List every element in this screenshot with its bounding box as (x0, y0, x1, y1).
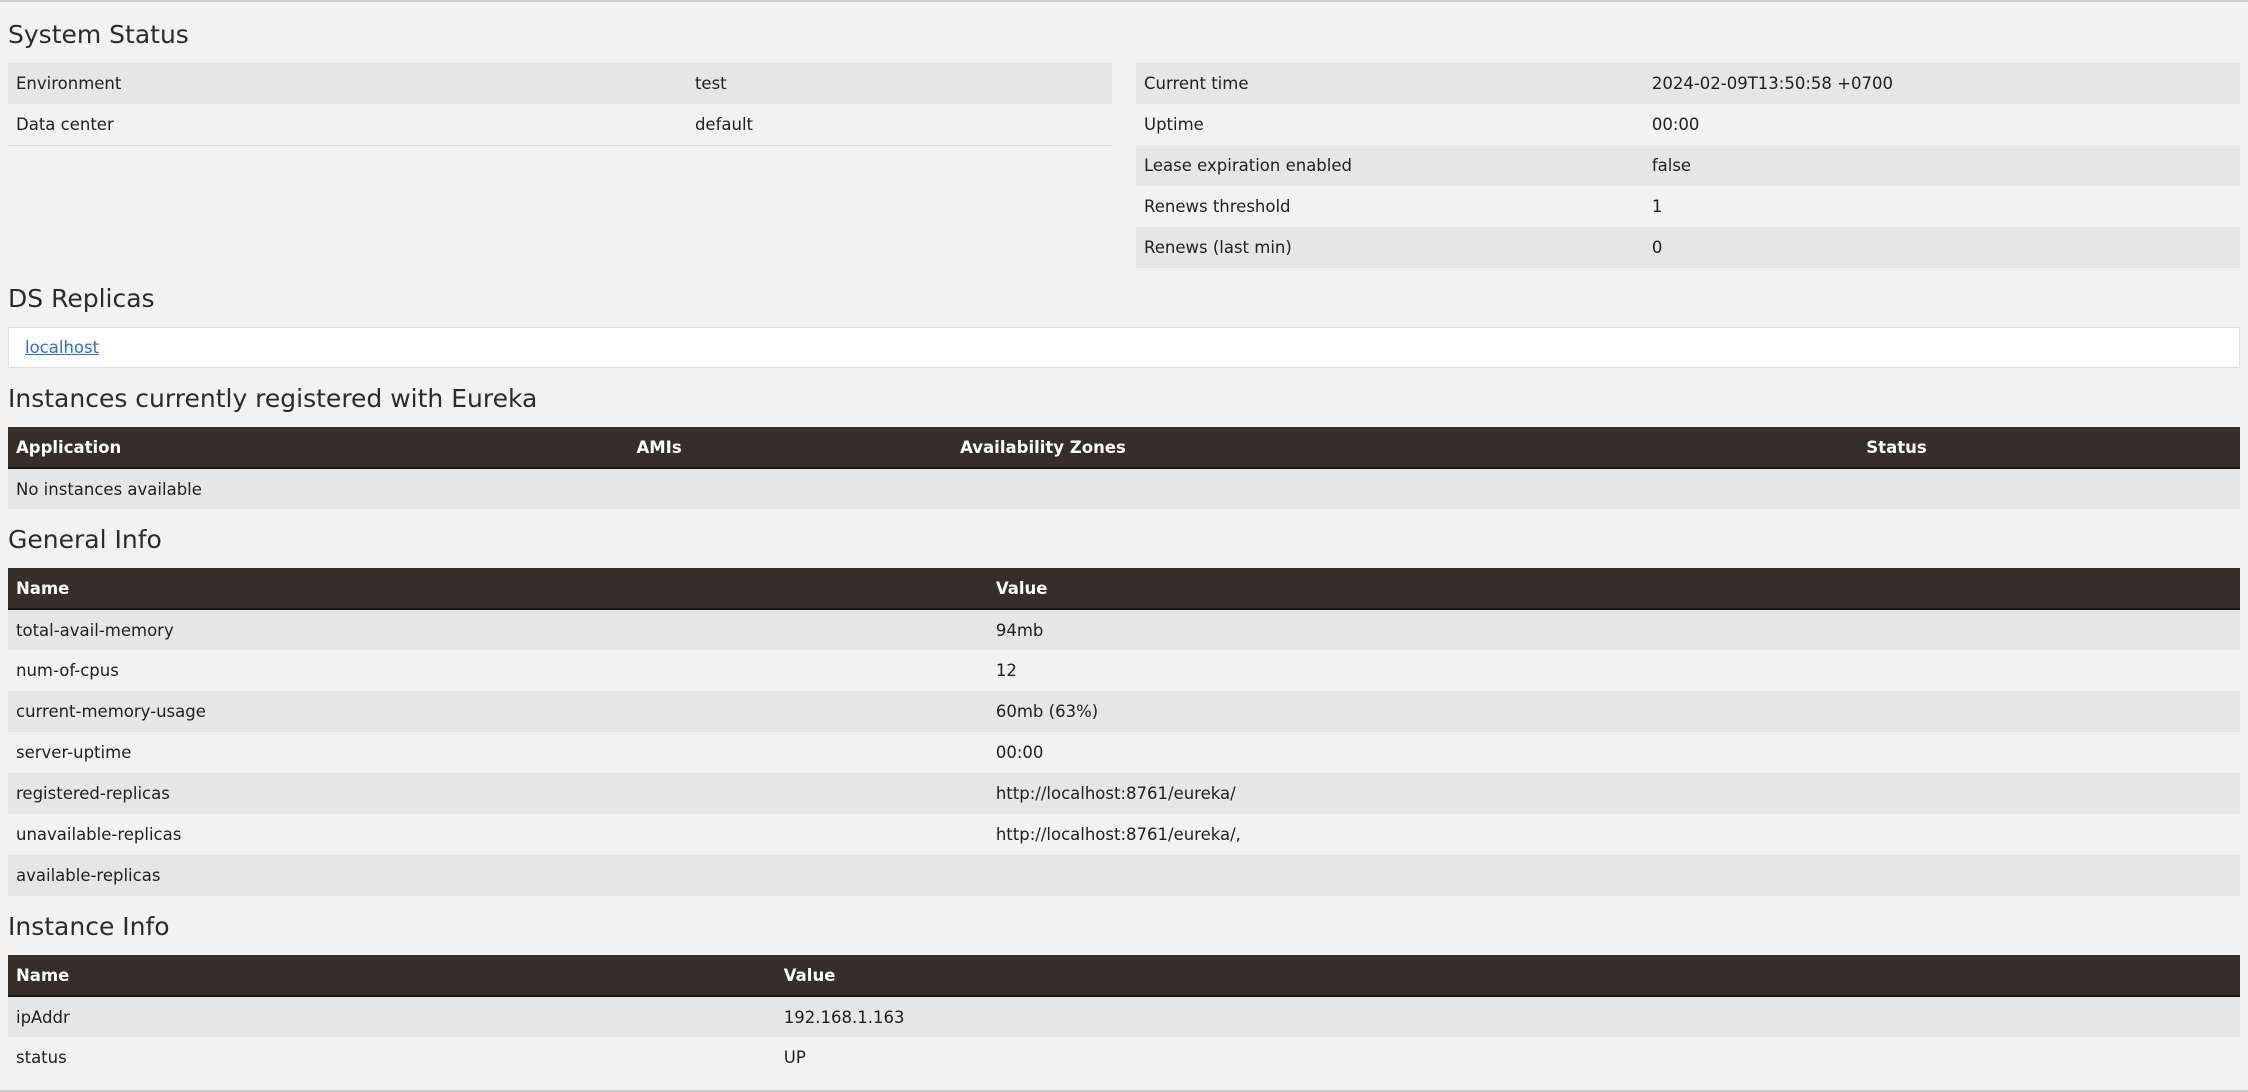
info-name: status (16, 1048, 67, 1067)
table-row: registered-replicas http://localhost:876… (8, 773, 2240, 814)
info-value: http://localhost:8761/eureka/ (995, 784, 1236, 803)
status-row-renews-last-min: Renews (last min) 0 (1136, 227, 2240, 268)
column-header-status: Status (1858, 427, 2240, 469)
column-header-application: Application (8, 427, 629, 469)
info-value: 00:00 (995, 743, 1044, 762)
status-row-lease-expiration: Lease expiration enabled false (1136, 145, 2240, 186)
table-row: available-replicas (8, 855, 2240, 896)
instances-header-row: Application AMIs Availability Zones Stat… (8, 427, 2240, 469)
table-row: No instances available (8, 468, 2240, 509)
table-row: current-memory-usage 60mb (63%) (8, 691, 2240, 732)
info-name: unavailable-replicas (16, 825, 182, 844)
table-row: server-uptime 00:00 (8, 732, 2240, 773)
column-header-name: Name (8, 568, 988, 610)
status-value: default (686, 104, 1112, 146)
status-row-current-time: Current time 2024-02-09T13:50:58 +0700 (1136, 63, 2240, 104)
status-label: Renews (last min) (1144, 238, 1292, 257)
status-value: 00:00 (1651, 115, 1700, 134)
column-header-availability-zones: Availability Zones (952, 427, 1859, 469)
info-value: 60mb (63%) (995, 702, 1099, 721)
instance-info-table: Name Value ipAddr 192.168.1.163 status U… (8, 955, 2240, 1078)
status-value: 1 (1651, 197, 1663, 216)
table-row: status UP (8, 1037, 2240, 1078)
status-label: Data center (8, 104, 687, 146)
status-label: Renews threshold (1144, 197, 1291, 216)
column-header-amis: AMIs (628, 427, 953, 469)
replica-link-localhost[interactable]: localhost (25, 338, 99, 357)
status-label: Uptime (1144, 115, 1204, 134)
info-name: ipAddr (16, 1007, 70, 1027)
info-name: available-replicas (16, 866, 161, 885)
status-label: Current time (1144, 74, 1249, 93)
info-name: total-avail-memory (16, 620, 174, 640)
instance-info-title: Instance Info (8, 912, 170, 941)
ds-replicas-list: localhost (8, 327, 2240, 368)
status-row-data-center: Data center default (8, 104, 1112, 146)
empty-message: No instances available (16, 479, 202, 499)
table-row: unavailable-replicas http://localhost:87… (8, 814, 2240, 855)
info-name: current-memory-usage (16, 702, 206, 721)
status-row-renews-threshold: Renews threshold 1 (1136, 186, 2240, 227)
info-name: num-of-cpus (16, 661, 119, 680)
info-value: 192.168.1.163 (783, 1007, 905, 1027)
info-value: UP (783, 1048, 806, 1067)
general-info-table: Name Value total-avail-memory 94mb num-o… (8, 568, 2240, 896)
status-value: 0 (1651, 238, 1663, 257)
table-row: total-avail-memory 94mb (8, 609, 2240, 650)
info-value (988, 855, 2240, 896)
column-header-value: Value (987, 568, 2240, 610)
status-row-environment: Environment test (8, 63, 1112, 104)
system-status-right-table: Current time 2024-02-09T13:50:58 +0700 U… (1136, 63, 2240, 268)
info-value: 94mb (995, 620, 1044, 640)
system-status-title: System Status (8, 20, 189, 49)
instances-title: Instances currently registered with Eure… (8, 384, 538, 413)
status-label: Lease expiration enabled (1144, 156, 1352, 175)
info-name: server-uptime (16, 743, 132, 762)
status-value: 2024-02-09T13:50:58 +0700 (1651, 74, 1893, 93)
info-name: registered-replicas (16, 784, 170, 803)
ds-replicas-title: DS Replicas (8, 284, 155, 313)
instance-info-header-row: Name Value (8, 955, 2240, 997)
info-value: http://localhost:8761/eureka/, (995, 825, 1241, 844)
status-value: false (1651, 156, 1692, 175)
system-status-left-table: Environment test Data center default (8, 63, 1112, 146)
status-label: Environment (16, 74, 122, 93)
system-status-section: Environment test Data center default Cur… (8, 63, 2240, 268)
status-value: test (694, 74, 727, 93)
column-header-value: Value (775, 955, 2240, 997)
instances-table: Application AMIs Availability Zones Stat… (8, 427, 2240, 509)
eureka-dashboard: System Status Environment test Data cent… (0, 0, 2248, 1092)
info-value: 12 (995, 661, 1017, 680)
general-info-title: General Info (8, 525, 162, 554)
status-row-uptime: Uptime 00:00 (1136, 104, 2240, 145)
table-row: ipAddr 192.168.1.163 (8, 996, 2240, 1037)
table-row: num-of-cpus 12 (8, 650, 2240, 691)
general-info-header-row: Name Value (8, 568, 2240, 610)
column-header-name: Name (8, 955, 776, 997)
